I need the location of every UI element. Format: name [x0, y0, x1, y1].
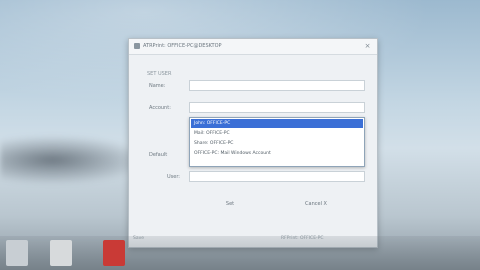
- user-dialog: ATRPrint: OFFICE-PC@DESKTOP × SET USER N…: [128, 38, 378, 248]
- account-select[interactable]: [189, 102, 365, 113]
- user-label: User:: [167, 174, 180, 180]
- group-label: SET USER: [147, 71, 172, 77]
- dialog-titlebar[interactable]: ATRPrint: OFFICE-PC@DESKTOP ×: [129, 39, 377, 55]
- account-label: Account:: [149, 105, 171, 111]
- dropdown-option[interactable]: Share: OFFICE-PC: [191, 139, 363, 148]
- taskbar-app-icon[interactable]: [103, 240, 125, 266]
- taskbar-file-icon[interactable]: [6, 240, 28, 266]
- close-button[interactable]: ×: [362, 41, 373, 52]
- taskbar: [0, 236, 480, 270]
- taskbar-folder-icon[interactable]: [50, 240, 72, 266]
- cancel-button[interactable]: Cancel X: [291, 199, 341, 210]
- dropdown-option[interactable]: OFFICE-PC: Mail Windows Account: [191, 149, 363, 158]
- name-label: Name:: [149, 83, 166, 89]
- dialog-title: ATRPrint: OFFICE-PC@DESKTOP: [143, 43, 222, 49]
- account-dropdown-list[interactable]: John: OFFICE-PC Mail: OFFICE-PC Share: O…: [189, 117, 365, 167]
- user-field[interactable]: [189, 171, 365, 182]
- printer-icon: [134, 43, 140, 49]
- default-label: Default: [149, 152, 168, 158]
- name-field[interactable]: [189, 80, 365, 91]
- dropdown-option[interactable]: John: OFFICE-PC: [191, 119, 363, 128]
- set-button[interactable]: Set: [215, 199, 245, 210]
- dropdown-option[interactable]: Mail: OFFICE-PC: [191, 129, 363, 138]
